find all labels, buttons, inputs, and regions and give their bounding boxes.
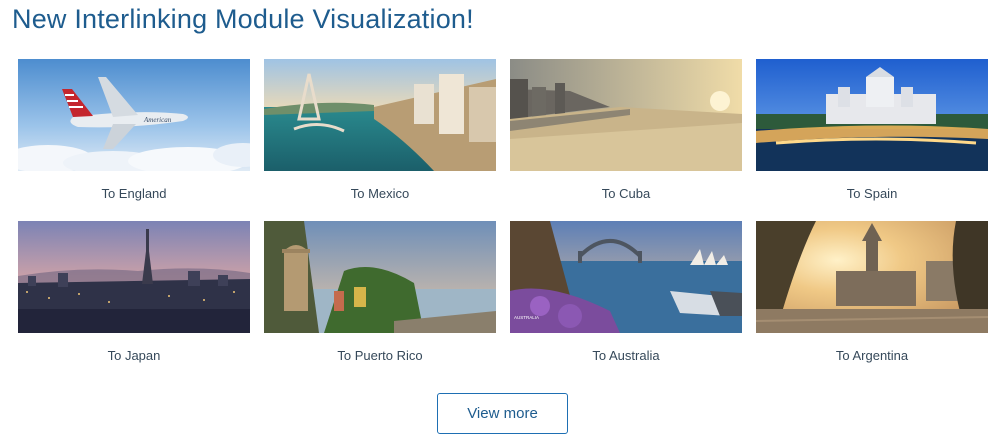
page-title: New Interlinking Module Visualization! xyxy=(12,4,474,34)
caption-england[interactable]: To England xyxy=(18,171,250,221)
caption-argentina[interactable]: To Argentina xyxy=(756,333,988,383)
argentina-photo[interactable] xyxy=(756,221,988,333)
australia-photo[interactable]: AUSTRALIA xyxy=(510,221,742,333)
cuba-photo[interactable] xyxy=(510,59,742,171)
spain-photo[interactable] xyxy=(756,59,988,171)
puerto-rico-photo[interactable] xyxy=(264,221,496,333)
view-more-button[interactable]: View more xyxy=(437,393,568,434)
destination-grid: American To England To Mexico To Cuba To… xyxy=(18,59,988,383)
plane-livery-text: American xyxy=(143,116,172,124)
mexico-photo[interactable] xyxy=(264,59,496,171)
caption-cuba[interactable]: To Cuba xyxy=(510,171,742,221)
england-photo[interactable]: American xyxy=(18,59,250,171)
japan-photo[interactable] xyxy=(18,221,250,333)
caption-australia[interactable]: To Australia xyxy=(510,333,742,383)
caption-puerto-rico[interactable]: To Puerto Rico xyxy=(264,333,496,383)
caption-japan[interactable]: To Japan xyxy=(18,333,250,383)
caption-spain[interactable]: To Spain xyxy=(756,171,988,221)
photo-watermark: AUSTRALIA xyxy=(514,315,539,320)
caption-mexico[interactable]: To Mexico xyxy=(264,171,496,221)
